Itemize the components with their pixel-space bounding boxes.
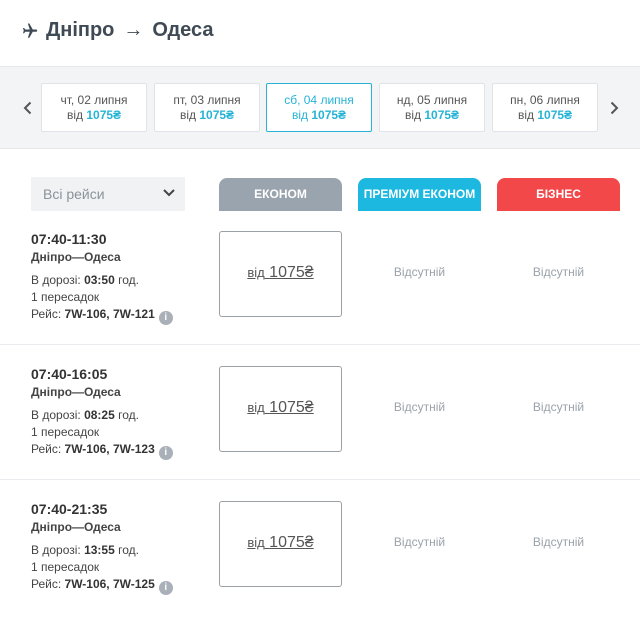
date-label: чт, 02 липня	[60, 93, 128, 107]
date-price: 1075₴	[311, 108, 347, 122]
info-icon[interactable]: i	[158, 311, 173, 325]
price-prefix: від	[179, 108, 196, 122]
fare-amount: 1075₴	[269, 534, 314, 551]
duration-value: 08:25	[84, 408, 115, 422]
class-tab-premium-economy[interactable]: ПРЕМІУМ ЕКОНОМ	[358, 178, 481, 211]
date-price: 1075₴	[537, 108, 573, 122]
flight-row: 07:40-16:05 Дніпро—Одеса В дорозі: 08:25 г…	[0, 366, 640, 501]
flight-codes: 7W-106, 7W-123	[64, 442, 155, 456]
flight-filter-select[interactable]: Всі рейси	[31, 177, 185, 211]
flight-route: Дніпро—Одеса	[31, 250, 121, 264]
flight-label: Рейс:	[31, 577, 62, 591]
fare-text: від 1075₴	[247, 399, 313, 417]
destination-city: Одеса	[152, 19, 214, 41]
duration-label: В дорозі:	[31, 273, 81, 287]
class-tab-economy[interactable]: ЕКОНОМ	[219, 178, 342, 211]
flight-codes: 7W-106, 7W-125	[64, 577, 155, 591]
duration-value: 13:55	[84, 543, 115, 557]
date-price-line: від 1075₴	[155, 108, 259, 123]
economy-fare-button[interactable]: від 1075₴	[219, 501, 342, 587]
date-card[interactable]: нд, 05 липня від 1075₴	[379, 83, 485, 132]
fare-prefix: від	[247, 535, 265, 550]
duration-value: 03:50	[84, 273, 115, 287]
price-prefix: від	[404, 108, 421, 122]
chevron-down-icon	[163, 189, 175, 197]
fare-amount: 1075₴	[269, 399, 314, 416]
flight-numbers: Рейс: 7W-106, 7W-125 i	[31, 577, 173, 595]
flight-row: 07:40-21:35 Дніпро—Одеса В дорозі: 13:55 г…	[0, 501, 640, 636]
business-unavailable: Відсутній	[532, 265, 585, 279]
flight-time: 07:40-21:35	[31, 501, 108, 517]
fare-text: від 1075₴	[247, 264, 313, 282]
date-price-line: від 1075₴	[380, 108, 484, 123]
flight-stops: 1 пересадок	[31, 425, 100, 439]
premium-unavailable: Відсутній	[393, 400, 446, 414]
flight-duration: В дорозі: 13:55 год.	[31, 543, 139, 557]
date-price: 1075₴	[424, 108, 460, 122]
fare-amount: 1075₴	[269, 264, 314, 281]
flight-stops: 1 пересадок	[31, 560, 100, 574]
page-header: Дніпро → Одеса	[0, 0, 640, 66]
premium-unavailable: Відсутній	[393, 535, 446, 549]
info-icon[interactable]: i	[158, 446, 173, 460]
date-price-line: від 1075₴	[42, 108, 146, 123]
date-selector: чт, 02 липня від 1075₴ пт, 03 липня від 107…	[0, 66, 640, 149]
date-price-line: від 1075₴	[267, 108, 371, 123]
flight-duration: В дорозі: 03:50 год.	[31, 273, 139, 287]
flight-codes: 7W-106, 7W-121	[64, 307, 155, 321]
date-label: нд, 05 липня	[396, 93, 468, 107]
flight-duration: В дорозі: 08:25 год.	[31, 408, 139, 422]
date-card[interactable]: сб, 04 липня від 1075₴	[266, 83, 372, 132]
date-price-line: від 1075₴	[493, 108, 597, 123]
price-prefix: від	[517, 108, 534, 122]
filter-value: Всі рейси	[43, 186, 105, 202]
duration-label: В дорозі:	[31, 408, 81, 422]
duration-unit: год.	[118, 408, 139, 422]
date-card[interactable]: пн, 06 липня від 1075₴	[492, 83, 598, 132]
flight-row: 07:40-11:30 Дніпро—Одеса В дорозі: 03:50 г…	[0, 231, 640, 366]
flight-numbers: Рейс: 7W-106, 7W-121 i	[31, 307, 173, 325]
flight-numbers: Рейс: 7W-106, 7W-123 i	[31, 442, 173, 460]
row-divider	[0, 344, 640, 345]
premium-unavailable: Відсутній	[393, 265, 446, 279]
fare-prefix: від	[247, 265, 265, 280]
flight-stops: 1 пересадок	[31, 290, 100, 304]
price-prefix: від	[66, 108, 83, 122]
flight-route: Дніпро—Одеса	[31, 520, 121, 534]
chevron-left-icon[interactable]	[20, 100, 36, 116]
date-card[interactable]: чт, 02 липня від 1075₴	[41, 83, 147, 132]
flight-time: 07:40-11:30	[31, 231, 107, 247]
date-label: пт, 03 липня	[173, 93, 241, 107]
date-label: сб, 04 липня	[284, 93, 354, 107]
duration-unit: год.	[118, 543, 139, 557]
economy-fare-button[interactable]: від 1075₴	[219, 366, 342, 452]
airplane-icon	[23, 23, 38, 38]
flight-label: Рейс:	[31, 307, 62, 321]
date-card[interactable]: пт, 03 липня від 1075₴	[154, 83, 260, 132]
info-icon[interactable]: i	[158, 581, 173, 595]
fare-text: від 1075₴	[247, 534, 313, 552]
flight-route: Дніпро—Одеса	[31, 385, 121, 399]
row-divider	[0, 479, 640, 480]
economy-fare-button[interactable]: від 1075₴	[219, 231, 342, 317]
price-prefix: від	[291, 108, 308, 122]
business-unavailable: Відсутній	[532, 400, 585, 414]
origin-city: Дніпро	[46, 19, 115, 41]
duration-unit: год.	[118, 273, 139, 287]
route-title: Дніпро → Одеса	[46, 19, 214, 42]
date-price: 1075₴	[86, 108, 122, 122]
fare-prefix: від	[247, 400, 265, 415]
business-unavailable: Відсутній	[532, 535, 585, 549]
flight-time: 07:40-16:05	[31, 366, 108, 382]
route-arrow: →	[123, 19, 144, 41]
date-label: пн, 06 липня	[510, 93, 580, 107]
chevron-right-icon[interactable]	[606, 100, 622, 116]
flight-label: Рейс:	[31, 442, 62, 456]
class-tab-business[interactable]: БІЗНЕС	[497, 178, 620, 211]
duration-label: В дорозі:	[31, 543, 81, 557]
date-price: 1075₴	[199, 108, 235, 122]
